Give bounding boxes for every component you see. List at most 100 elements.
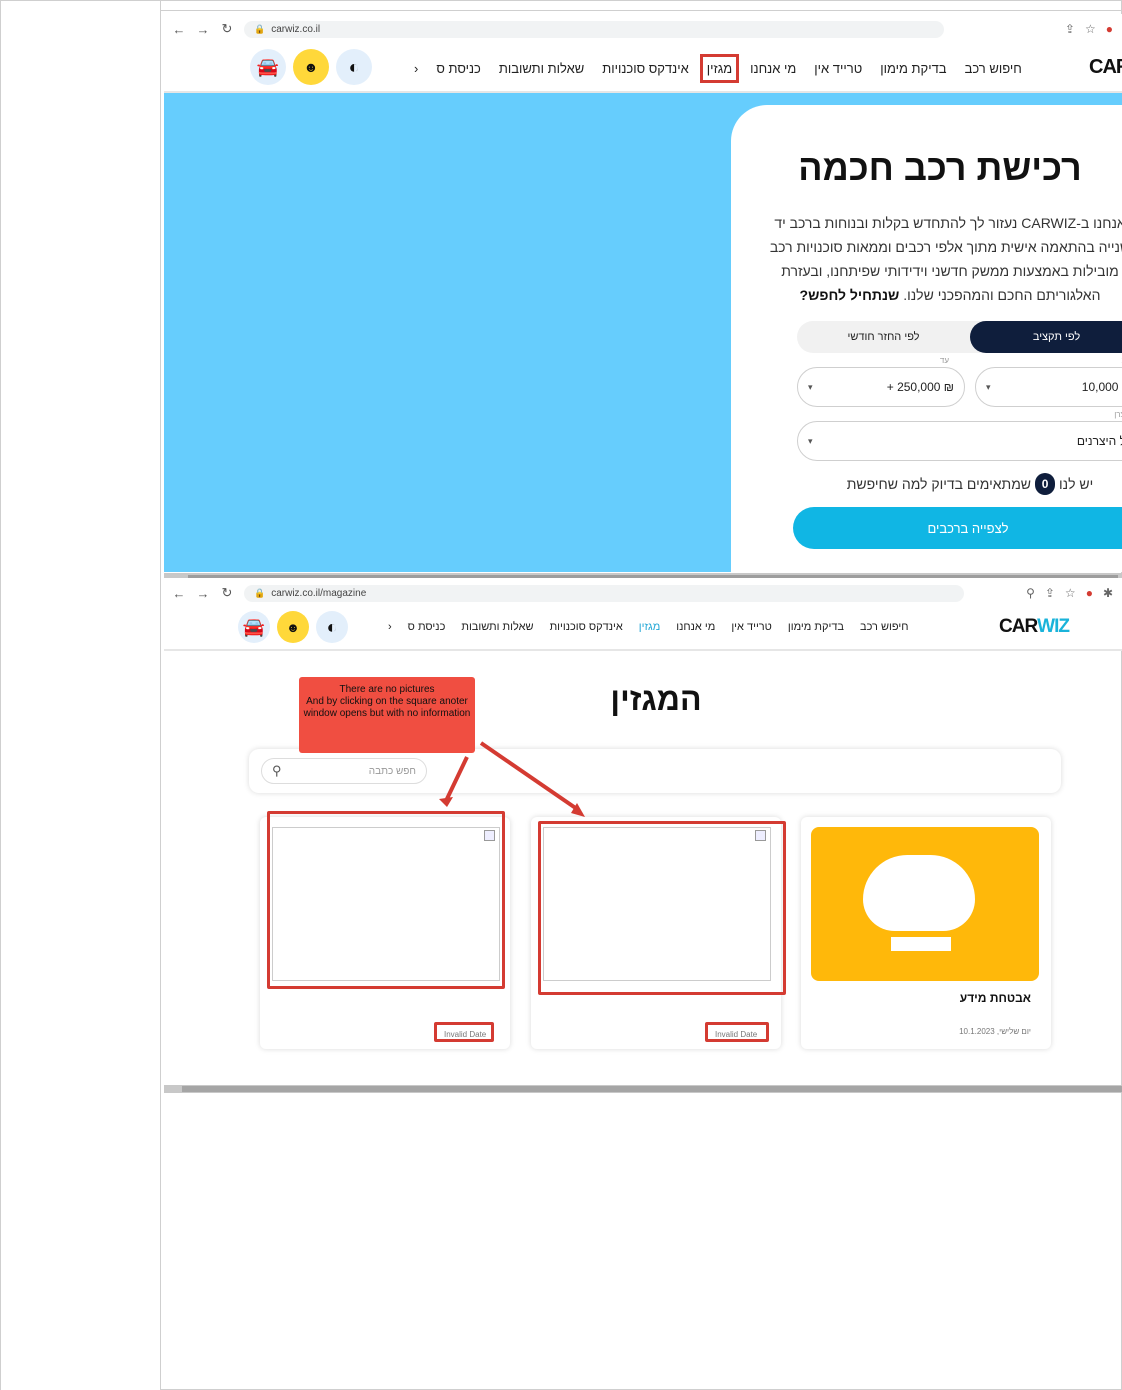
- back-arrow-icon[interactable]: ←: [172, 22, 186, 37]
- scrollbar-thumb[interactable]: [182, 1086, 1122, 1092]
- logo[interactable]: CARWIZ: [999, 616, 1070, 638]
- star-icon[interactable]: ☆: [1085, 22, 1096, 36]
- magazine-search-bar: ⚲ חפש כתבה: [249, 749, 1061, 793]
- contrast-icon[interactable]: ◐: [336, 49, 372, 85]
- accessibility-icon[interactable]: ☻: [293, 49, 329, 85]
- reload-icon[interactable]: ↻: [220, 585, 234, 601]
- menu-item-financing[interactable]: בדיקת מימון: [788, 621, 844, 633]
- maker-value: כל היצרנים: [1076, 434, 1122, 448]
- logo-car: CAR: [999, 616, 1038, 637]
- tab-budget[interactable]: לפי תקציב: [970, 321, 1122, 353]
- count-prefix: יש לנו: [1059, 476, 1094, 492]
- site-navbar-2: 🚘 ☻ ◐ חיפוש רכב בדיקת מימון טרייד אין מי…: [164, 605, 1122, 651]
- menu-item-about[interactable]: מי אנחנו: [750, 61, 796, 76]
- extension-icon[interactable]: ●: [1086, 586, 1093, 600]
- price-to-label: עד: [936, 356, 952, 365]
- menu-item-financing[interactable]: בדיקת מימון: [880, 61, 946, 76]
- main-menu: חיפוש רכב בדיקת מימון טרייד אין מי אנחנו…: [414, 54, 1022, 83]
- logo-wiz: WIZ: [1037, 616, 1070, 637]
- menu-item-about[interactable]: מי אנחנו: [676, 621, 715, 633]
- menu-item-login[interactable]: כניסת ס: [408, 621, 446, 633]
- forward-arrow-icon[interactable]: →: [196, 22, 210, 37]
- maker-select[interactable]: יצרן כל היצרנים ▾: [797, 410, 1122, 461]
- browser-toolbar: ← → ↻ 🔒 carwiz.co.il ⇪ ☆ ●: [164, 14, 1122, 44]
- price-from-label: מ: [1118, 356, 1122, 365]
- annotation-frame: [538, 821, 786, 995]
- arrow-line: [479, 741, 579, 811]
- left-margin-column: [1, 1, 161, 1390]
- chevron-down-icon: ▾: [808, 381, 813, 392]
- maker-label: יצרן: [1111, 410, 1122, 419]
- accessibility-icon[interactable]: ☻: [277, 611, 309, 643]
- annotation-text: There are no pictures And by clicking on…: [303, 684, 471, 719]
- menu-item-search[interactable]: חיפוש רכב: [860, 621, 908, 633]
- count-badge: 0: [1035, 473, 1056, 495]
- article-card[interactable]: אבטחת מידע יום שלישי, 10.1.2023: [801, 817, 1051, 1049]
- share-icon[interactable]: ⇪: [1045, 586, 1055, 600]
- chevron-down-icon: ▾: [808, 435, 813, 446]
- address-bar[interactable]: 🔒 carwiz.co.il: [244, 20, 944, 38]
- arrow-line: [443, 756, 469, 804]
- menu-item-trade-in[interactable]: טרייד אין: [814, 61, 862, 76]
- price-from-select[interactable]: מ ₪ 10,000 ▾: [975, 356, 1122, 407]
- divider: [161, 10, 1122, 11]
- menu-item-dealers[interactable]: אינדקס סוכנויות: [550, 621, 623, 633]
- menu-item-faq[interactable]: שאלות ותשובות: [461, 621, 533, 633]
- article-date: יום שלישי, 10.1.2023: [959, 1027, 1031, 1036]
- horizontal-scrollbar-2[interactable]: [164, 1085, 1122, 1093]
- forward-arrow-icon[interactable]: →: [196, 586, 210, 601]
- extension-icon[interactable]: ●: [1106, 22, 1113, 36]
- chevron-down-icon: ▾: [986, 381, 991, 392]
- page: ← → ↻ 🔒 carwiz.co.il ⇪ ☆ ● 🚘 ☻ ◐ חיפוש ר…: [0, 0, 1122, 1390]
- search-placeholder: חפש כתבה: [368, 765, 416, 777]
- lightbulb-icon: [863, 855, 975, 931]
- price-to-value: ₪ 250,000 +: [886, 380, 954, 394]
- tab-monthly[interactable]: לפי החזר חודשי: [797, 321, 970, 353]
- annotation-frame: [434, 1022, 494, 1042]
- back-arrow-icon[interactable]: ←: [172, 586, 186, 601]
- hero-section: רכישת רכב חכמה אנחנו ב-CARWIZ נעזור לך ל…: [164, 93, 1122, 572]
- search-card: רכישת רכב חכמה אנחנו ב-CARWIZ נעזור לך ל…: [731, 105, 1122, 572]
- article-image[interactable]: [811, 827, 1039, 981]
- menu-item-trade-in[interactable]: טרייד אין: [731, 621, 772, 633]
- annotation-frame: [705, 1022, 769, 1042]
- chevron-left-icon[interactable]: ‹: [414, 61, 418, 76]
- article-title[interactable]: אבטחת מידע: [960, 991, 1031, 1005]
- puzzle-icon[interactable]: ✱: [1103, 586, 1113, 600]
- menu-item-dealers[interactable]: אינדקס סוכנויות: [602, 61, 689, 76]
- search-mode-tabs: לפי תקציב לפי החזר חודשי: [797, 321, 1122, 353]
- view-cars-button[interactable]: לצפייה ברכבים: [793, 507, 1122, 549]
- price-to-select[interactable]: עד ₪ 250,000 + ▾: [797, 356, 965, 407]
- reload-icon[interactable]: ↻: [220, 21, 234, 37]
- star-icon[interactable]: ☆: [1065, 586, 1076, 600]
- article-search-input[interactable]: ⚲ חפש כתבה: [261, 758, 427, 784]
- site-navbar: 🚘 ☻ ◐ חיפוש רכב בדיקת מימון טרייד אין מי…: [164, 43, 1122, 93]
- lightbulb-base: [891, 937, 951, 951]
- menu-item-faq[interactable]: שאלות ותשובות: [499, 61, 584, 76]
- menu-item-search[interactable]: חיפוש רכב: [965, 61, 1022, 76]
- logo[interactable]: CAR: [1089, 56, 1122, 79]
- location-icon[interactable]: ⚲: [1026, 586, 1035, 600]
- hero-cta-bold: שנתחיל לחפש?: [799, 287, 900, 303]
- lock-icon: 🔒: [254, 23, 266, 34]
- annotation-frame: [267, 811, 505, 989]
- share-icon[interactable]: ⇪: [1065, 22, 1075, 36]
- menu-item-magazine[interactable]: מגזין: [699, 54, 740, 83]
- annotation-arrows: [439, 741, 585, 817]
- chevron-left-icon[interactable]: ‹: [388, 621, 392, 633]
- url-text: carwiz.co.il: [271, 23, 321, 35]
- arrow-head: [439, 797, 453, 807]
- main-menu-2: חיפוש רכב בדיקת מימון טרייד אין מי אנחנו…: [388, 621, 908, 633]
- car-icon[interactable]: 🚘: [238, 611, 270, 643]
- browser-toolbar-2: ← → ↻ 🔒 carwiz.co.il/magazine ⚲ ⇪ ☆ ● ✱: [164, 578, 1122, 608]
- car-icon[interactable]: 🚘: [250, 49, 286, 85]
- lock-icon: 🔒: [254, 587, 266, 598]
- contrast-icon[interactable]: ◐: [316, 611, 348, 643]
- results-count: יש לנו 0 שמתאימים בדיוק למה שחיפשת: [797, 473, 1122, 495]
- url-text: carwiz.co.il/magazine: [271, 587, 367, 599]
- hero-description: אנחנו ב-CARWIZ נעזור לך להתחדש בקלות ובנ…: [757, 211, 1122, 307]
- count-suffix: שמתאימים בדיוק למה שחיפשת: [846, 476, 1032, 492]
- menu-item-login[interactable]: כניסת ס: [436, 61, 481, 76]
- menu-item-magazine[interactable]: מגזין: [639, 621, 660, 633]
- address-bar[interactable]: 🔒 carwiz.co.il/magazine: [244, 584, 964, 602]
